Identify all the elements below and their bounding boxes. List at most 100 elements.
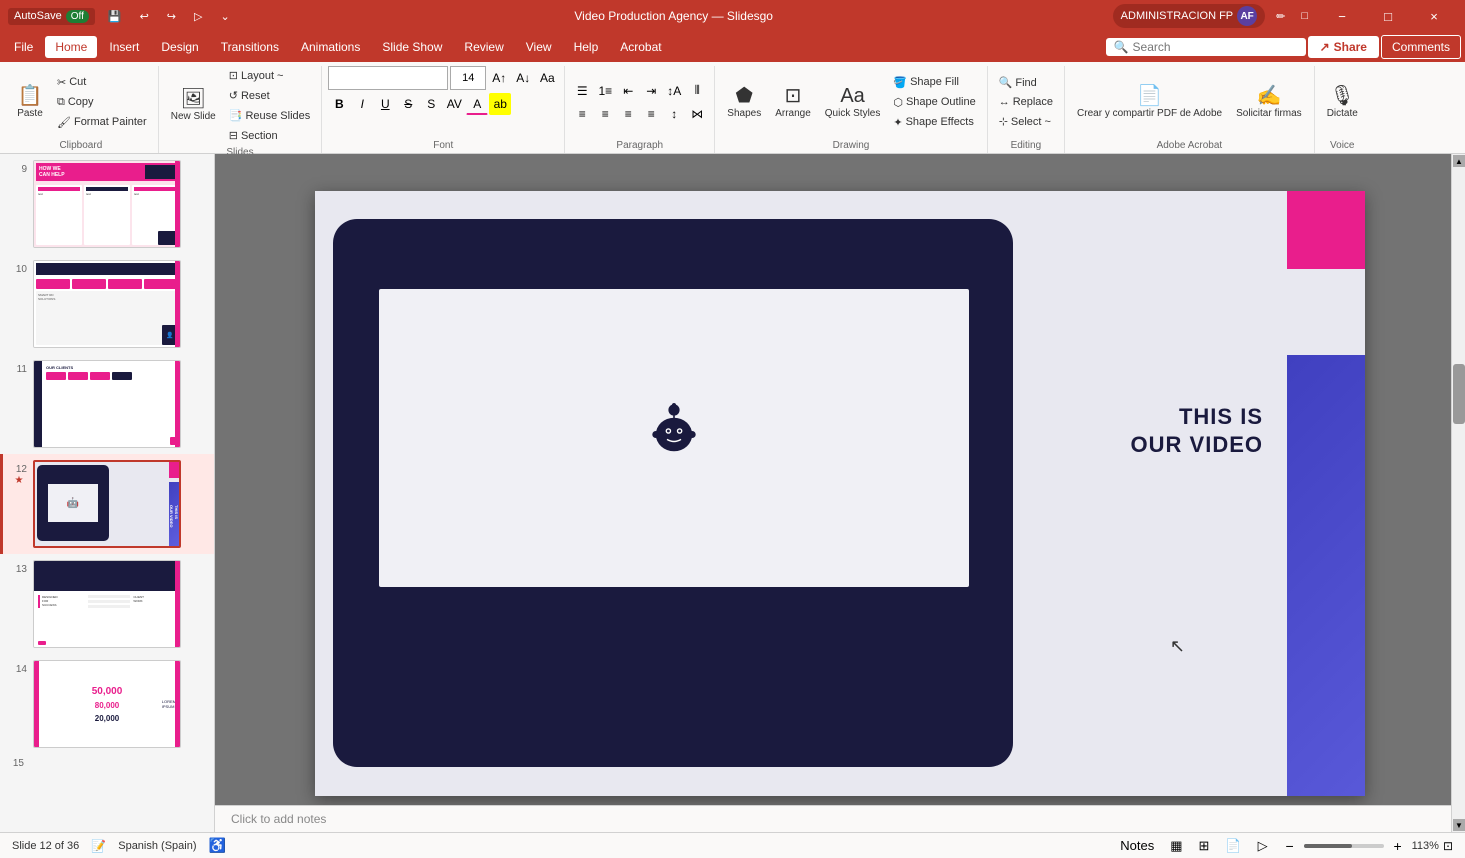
scroll-thumb[interactable] (1453, 364, 1465, 424)
font-clear-button[interactable]: Aa (536, 67, 558, 89)
slide-thumb-9[interactable]: 9 HOW WECAN HELP text text (0, 154, 214, 254)
slide-thumb-13[interactable]: 13 DESIGNEDFORSUCCESS CLIENTWORK (0, 554, 214, 654)
italic-button[interactable]: I (351, 93, 373, 115)
canvas-area[interactable]: THIS IS OUR VIDEO ↖ ▲ ▼ Click to add not… (215, 154, 1465, 832)
menu-acrobat[interactable]: Acrobat (610, 36, 671, 58)
close-button[interactable]: × (1411, 0, 1457, 32)
user-info[interactable]: ADMINISTRACION FP AF (1113, 4, 1265, 28)
pen-tool-button[interactable]: ✏ (1271, 8, 1290, 25)
undo-button[interactable]: ↩ (135, 8, 154, 25)
slideshow-button[interactable]: ▷ (1254, 836, 1272, 856)
layout-button[interactable]: ⊡ Layout ~ (224, 66, 316, 85)
align-left-button[interactable]: ≡ (571, 103, 593, 125)
format-painter-button[interactable]: 🖌 Format Painter (52, 113, 152, 132)
text-direction-button[interactable]: ↕A (663, 80, 685, 102)
align-center-button[interactable]: ≡ (594, 103, 616, 125)
paste-button[interactable]: 📋 Paste (10, 82, 50, 123)
select-button[interactable]: ⊹ Select ~ (994, 112, 1058, 131)
reset-button[interactable]: ↺ Reset (224, 86, 316, 105)
line-spacing-button[interactable]: ↕ (663, 103, 685, 125)
slide-notes-icon[interactable]: 📝 (91, 839, 106, 853)
font-grow-button[interactable]: A↑ (488, 67, 510, 89)
slide-thumb-14[interactable]: 14 50,000 80,000 20,000 LOREMIPSUM (0, 654, 214, 754)
zoom-slider[interactable] (1304, 844, 1384, 848)
shape-outline-button[interactable]: ⬡ Shape Outline (888, 93, 980, 112)
menu-transitions[interactable]: Transitions (211, 36, 289, 58)
reuse-slides-button[interactable]: 📑 Reuse Slides (224, 106, 316, 125)
shape-fill-button[interactable]: 🪣 Shape Fill (888, 73, 980, 92)
search-bar[interactable]: 🔍 (1106, 38, 1306, 56)
indent-increase-button[interactable]: ⇥ (640, 80, 662, 102)
pink-accent-rect[interactable] (1287, 191, 1365, 269)
search-input[interactable] (1133, 40, 1273, 54)
scroll-up-button[interactable]: ▲ (1453, 155, 1465, 167)
menu-animations[interactable]: Animations (291, 36, 370, 58)
accessibility-button[interactable]: ♿ (209, 837, 226, 854)
dictate-button[interactable]: 🎙 Dictate (1321, 82, 1364, 123)
autosave-toggle[interactable]: AutoSave Off (8, 8, 95, 25)
quick-styles-button[interactable]: Aa Quick Styles (819, 82, 887, 123)
section-button[interactable]: ⊟ Section (224, 126, 316, 145)
cut-button[interactable]: ✂ Cut (52, 73, 152, 92)
menu-home[interactable]: Home (45, 36, 97, 58)
justify-button[interactable]: ≡ (640, 103, 662, 125)
share-button[interactable]: ↗ Share (1308, 36, 1379, 58)
char-spacing-button[interactable]: AV (443, 93, 465, 115)
menu-insert[interactable]: Insert (99, 36, 149, 58)
slide-sorter-button[interactable]: ⊞ (1195, 836, 1214, 856)
columns-button[interactable]: ⫴ (686, 80, 708, 102)
slide-panel[interactable]: 9 HOW WECAN HELP text text (0, 154, 215, 832)
reading-view-button[interactable]: 📄 (1221, 836, 1245, 856)
menu-view[interactable]: View (516, 36, 562, 58)
notes-area[interactable]: Click to add notes (215, 805, 1451, 832)
blue-gradient-rect[interactable] (1287, 355, 1365, 796)
find-button[interactable]: 🔍 Find (994, 73, 1058, 92)
font-family-input[interactable] (328, 66, 448, 90)
bold-button[interactable]: B (328, 93, 350, 115)
zoom-in-button[interactable]: + (1388, 836, 1408, 856)
convert-smartart-button[interactable]: ⋈ (686, 103, 708, 125)
highlight-button[interactable]: ab (489, 93, 511, 115)
copy-button[interactable]: ⧉ Copy (52, 93, 152, 112)
ribbon-display-button[interactable]: □ (1296, 8, 1313, 24)
font-size-input[interactable] (450, 66, 486, 90)
zoom-out-button[interactable]: − (1280, 836, 1300, 856)
arrange-button[interactable]: ⊡ Arrange (769, 82, 817, 123)
shapes-button[interactable]: ⬟ Shapes (721, 82, 767, 123)
underline-button[interactable]: U (374, 93, 396, 115)
fit-slide-button[interactable]: ⊡ (1443, 839, 1453, 853)
comments-button[interactable]: Comments (1381, 35, 1461, 59)
notes-view-button[interactable]: Notes (1116, 836, 1158, 855)
shape-effects-button[interactable]: ✦ Shape Effects (888, 113, 980, 132)
maximize-button[interactable]: □ (1365, 0, 1411, 32)
customize-qat-button[interactable]: ⌄ (215, 8, 234, 25)
strikethrough-button[interactable]: S (397, 93, 419, 115)
font-shrink-button[interactable]: A↓ (512, 67, 534, 89)
request-signatures-button[interactable]: ✍ Solicitar firmas (1230, 82, 1308, 123)
normal-view-button[interactable]: ▦ (1166, 836, 1186, 856)
align-right-button[interactable]: ≡ (617, 103, 639, 125)
present-button[interactable]: ▷ (189, 8, 207, 25)
minimize-button[interactable]: − (1319, 0, 1365, 32)
create-pdf-button[interactable]: 📄 Crear y compartir PDF de Adobe (1071, 82, 1228, 123)
redo-button[interactable]: ↪ (162, 8, 181, 25)
slide-thumb-10[interactable]: 10 SMART RDSOLUTIONS (0, 254, 214, 354)
menu-slideshow[interactable]: Slide Show (372, 36, 452, 58)
video-frame[interactable] (379, 289, 969, 587)
menu-design[interactable]: Design (151, 36, 208, 58)
menu-help[interactable]: Help (564, 36, 609, 58)
scroll-down-button[interactable]: ▼ (1453, 819, 1465, 831)
vertical-scrollbar[interactable]: ▲ ▼ (1451, 154, 1465, 832)
slide-thumb-11[interactable]: 11 OUR CLIENTS (0, 354, 214, 454)
text-shadow-button[interactable]: S (420, 93, 442, 115)
indent-decrease-button[interactable]: ⇤ (617, 80, 639, 102)
video-title-text[interactable]: THIS IS OUR VIDEO (1131, 403, 1263, 460)
slide-thumb-12[interactable]: 12 ★ 🤖 THIS ISOUR VIDEO (0, 454, 214, 554)
menu-review[interactable]: Review (454, 36, 513, 58)
save-button[interactable]: 💾 (103, 8, 127, 25)
list-bullets-button[interactable]: ☰ (571, 80, 593, 102)
font-color-button[interactable]: A (466, 93, 488, 115)
replace-button[interactable]: ↔ Replace (994, 93, 1058, 111)
menu-file[interactable]: File (4, 36, 43, 58)
list-numbers-button[interactable]: 1≡ (594, 80, 616, 102)
